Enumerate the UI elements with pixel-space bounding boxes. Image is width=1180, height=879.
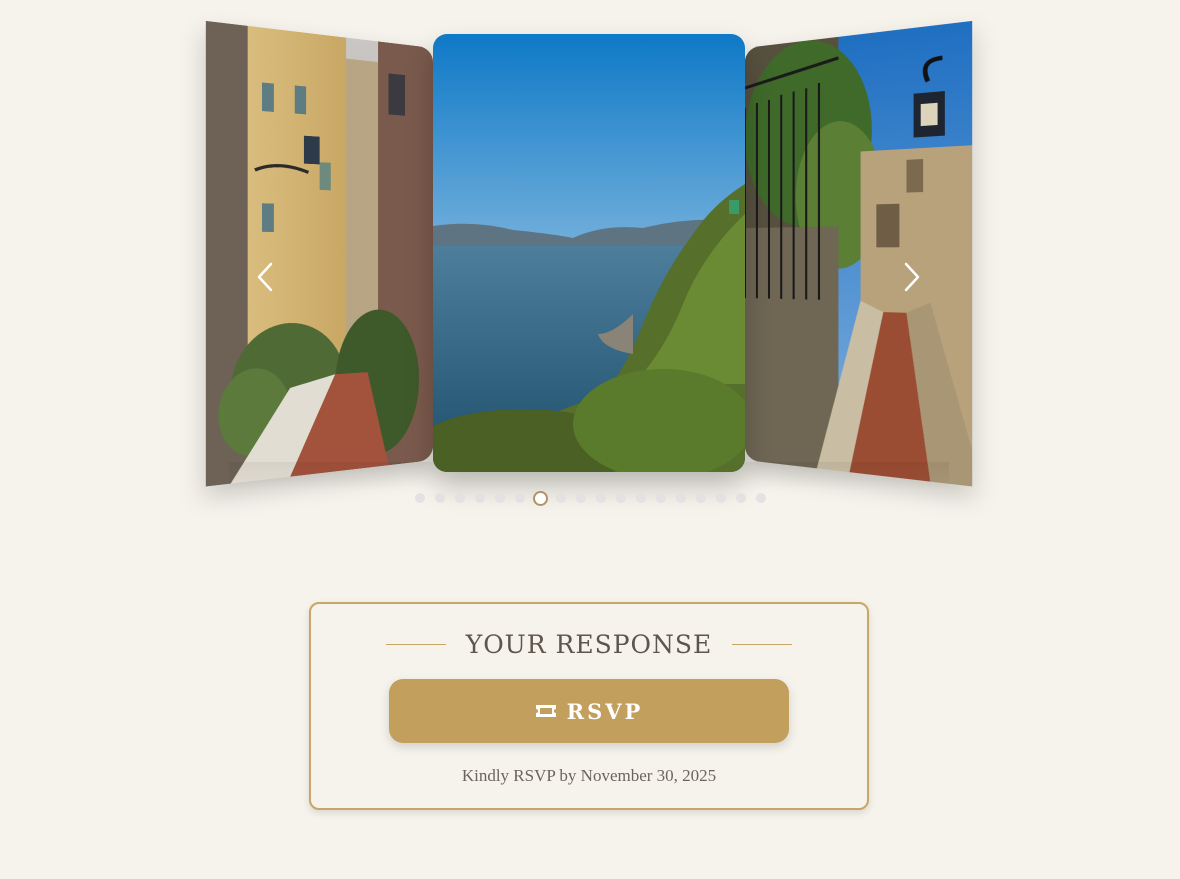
photo-carousel [229,30,949,490]
heading-divider-left [386,644,446,645]
heading-divider-right [732,644,792,645]
pagination-dot-active[interactable] [533,491,548,506]
chevron-left-icon[interactable] [251,260,281,294]
pagination-dot[interactable] [616,493,626,503]
pagination-dot[interactable] [435,493,445,503]
pagination-dot[interactable] [596,493,606,503]
pagination-dot[interactable] [515,493,525,503]
carousel-pagination [0,490,1180,506]
ticket-icon [535,703,557,719]
pagination-dot[interactable] [556,493,566,503]
pagination-dot[interactable] [696,493,706,503]
pagination-dot[interactable] [475,493,485,503]
slide-current[interactable] [433,34,745,472]
pagination-dot[interactable] [415,493,425,503]
pagination-dot[interactable] [455,493,465,503]
pagination-dot[interactable] [676,493,686,503]
pagination-dot[interactable] [495,493,505,503]
sea-photo [433,34,745,472]
rsvp-deadline: Kindly RSVP by November 30, 2025 [311,766,867,786]
rsvp-button[interactable]: RSVP [389,679,789,743]
rsvp-heading: YOUR RESPONSE [466,630,713,659]
pagination-dot[interactable] [636,493,646,503]
rsvp-card: YOUR RESPONSE RSVP Kindly RSVP by Novemb… [309,602,869,810]
pagination-dot[interactable] [656,493,666,503]
alley-photo [206,21,433,487]
chevron-right-icon[interactable] [896,260,926,294]
pagination-dot[interactable] [716,493,726,503]
pagination-dot[interactable] [576,493,586,503]
slide-previous[interactable] [206,21,433,487]
rsvp-button-label: RSVP [567,699,644,724]
lane-photo [745,21,972,487]
pagination-dot[interactable] [736,493,746,503]
rsvp-heading-row: YOUR RESPONSE [311,626,867,662]
page: YOUR RESPONSE RSVP Kindly RSVP by Novemb… [0,0,1180,879]
pagination-dot[interactable] [756,493,766,503]
slide-next[interactable] [745,21,972,487]
